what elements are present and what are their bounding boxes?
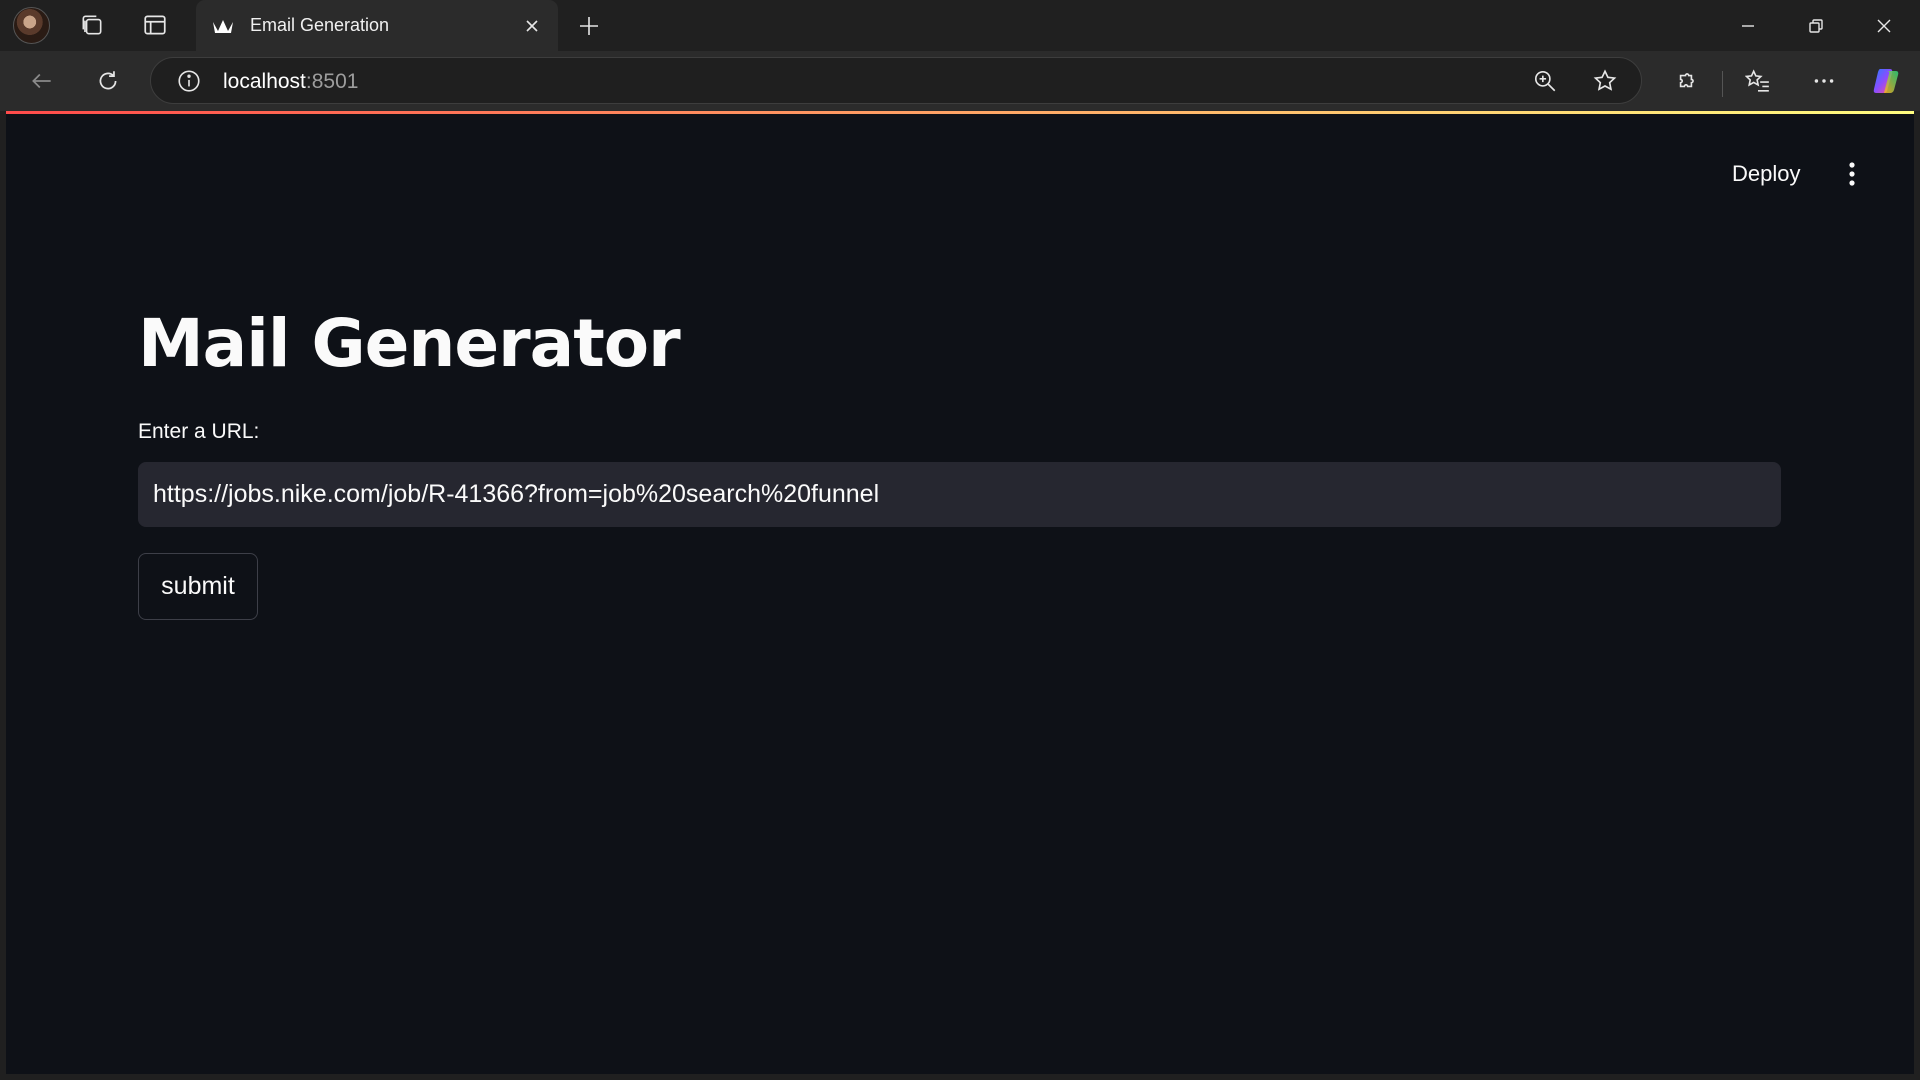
ellipsis-icon[interactable] [1804,61,1844,101]
url-host: localhost [223,70,306,93]
toolbar-divider [1722,71,1723,97]
url-text[interactable]: localhost:8501 [223,70,358,94]
deploy-button[interactable]: Deploy [1722,154,1810,194]
browser-tab-active[interactable]: Email Generation [196,0,558,51]
url-port: :8501 [305,70,359,93]
header-decoration-bar [6,111,1914,114]
window-close-icon[interactable] [1850,0,1918,51]
streamlit-crown-icon [210,13,236,39]
close-icon[interactable] [518,12,546,40]
page-title: Mail Generator [138,305,681,382]
plus-icon[interactable] [570,7,608,45]
browser-tab-bar: Email Generation [0,0,1920,51]
window-bottom-edge [0,1074,1920,1080]
address-bar[interactable]: localhost:8501 [150,57,1642,104]
profile-avatar[interactable] [13,7,50,44]
url-field-label: Enter a URL: [138,420,260,443]
minimize-icon[interactable] [1714,0,1782,51]
submit-button[interactable]: submit [138,553,258,620]
info-icon[interactable] [169,61,209,101]
restore-icon[interactable] [1782,0,1850,51]
back-arrow-icon[interactable] [22,61,62,101]
main-menu-icon[interactable] [1835,156,1869,192]
refresh-icon[interactable] [88,61,128,101]
favorites-list-icon[interactable] [1738,61,1778,101]
puzzle-icon[interactable] [1666,61,1706,101]
collections-icon[interactable] [73,6,111,44]
copilot-icon[interactable] [1866,61,1906,101]
browser-toolbar: localhost:8501 [0,51,1920,111]
streamlit-app: Deploy Mail Generator Enter a URL: submi… [6,111,1914,1074]
tab-title: Email Generation [250,15,390,35]
url-input[interactable] [138,462,1781,527]
zoom-in-icon[interactable] [1525,61,1565,101]
star-icon[interactable] [1585,61,1625,101]
tab-actions-icon[interactable] [136,6,174,44]
